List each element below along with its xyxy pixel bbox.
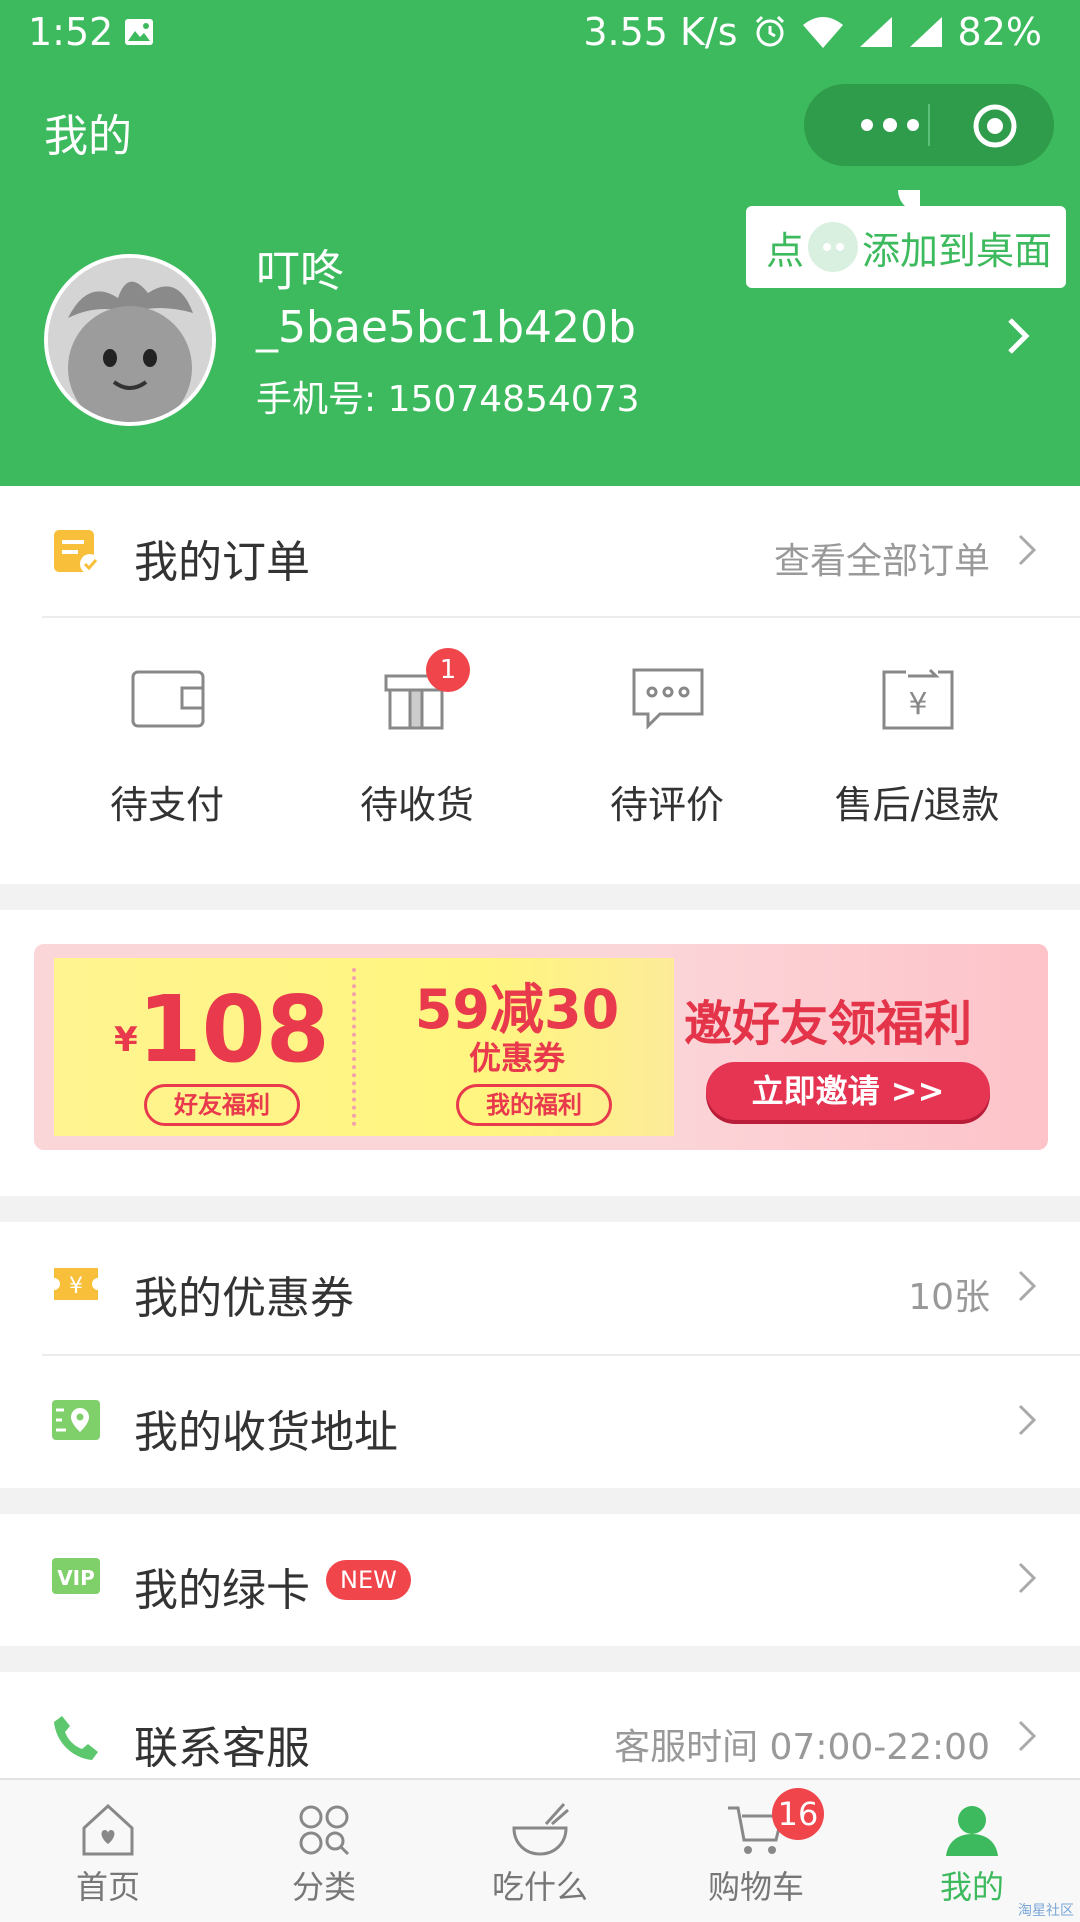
- phone-icon: [54, 1716, 98, 1760]
- ticket-separator: [352, 968, 356, 1126]
- tab-label: 吃什么: [491, 1868, 588, 1906]
- tab-cart[interactable]: 16 购物车: [648, 1780, 864, 1922]
- category-icon: [299, 1805, 350, 1856]
- svg-text:¥: ¥: [69, 1274, 83, 1299]
- chevron-right-icon: [1018, 1404, 1037, 1436]
- wallet-icon: [131, 670, 205, 728]
- coupon-count: 10张: [908, 1277, 990, 1318]
- order-status-pending-review[interactable]: 待评价: [542, 636, 792, 836]
- add-to-desktop-tip[interactable]: 点 添加到桌面: [746, 190, 1066, 288]
- net-speed: 3.55 K/s: [583, 10, 738, 54]
- new-badge: NEW: [326, 1560, 411, 1600]
- user-name: 叮咚 _5bae5bc1b420b: [256, 244, 636, 356]
- tip-text: 添加到桌面: [862, 228, 1053, 273]
- alarm-icon: [755, 15, 784, 47]
- tab-what-to-eat[interactable]: 吃什么: [432, 1780, 648, 1922]
- order-badge: 1: [426, 648, 470, 692]
- menu-address[interactable]: 我的收货地址: [0, 1356, 1080, 1486]
- deal-title: 59减30: [414, 978, 620, 1041]
- profile-chevron-icon[interactable]: [1004, 316, 1034, 356]
- avatar-image: [48, 258, 212, 422]
- menu-label: 我的收货地址: [134, 1407, 398, 1458]
- home-icon: [82, 1803, 134, 1856]
- friend-reward-tag: 好友福利: [144, 1084, 300, 1126]
- location-icon: [52, 1400, 100, 1440]
- user-name-line1: 叮咚: [256, 246, 344, 297]
- orders-card: 我的订单 查看全部订单 待支付 1 待收货 待评价 ¥ 售后/退款: [0, 486, 1080, 884]
- menu-customer-service[interactable]: 联系客服 客服时间 07:00-22:00: [0, 1672, 1080, 1778]
- view-all-orders-link[interactable]: 查看全部订单: [774, 532, 990, 584]
- friend-reward-amount: ¥108: [114, 976, 330, 1083]
- title-bar: 我的: [0, 80, 1080, 176]
- svg-text:¥: ¥: [908, 687, 927, 722]
- chevron-right-icon: [1018, 1720, 1037, 1752]
- chevron-right-icon: [1018, 1562, 1037, 1594]
- invite-now-button[interactable]: 立即邀请 >>: [706, 1062, 990, 1120]
- menu-label: 我的绿卡: [134, 1565, 310, 1616]
- comment-icon: [632, 668, 704, 730]
- capsule-divider: [928, 104, 930, 146]
- cart-badge: 16: [772, 1788, 824, 1840]
- order-status-label: 售后/退款: [834, 783, 1000, 827]
- tab-label: 购物车: [707, 1868, 804, 1906]
- coupon-deal: 59减30 优惠券: [392, 978, 642, 1077]
- menu-coupons[interactable]: ¥ 我的优惠券 10张: [0, 1222, 1080, 1352]
- signal-icon-2: [909, 17, 942, 47]
- user-phone: 手机号: 15074854073: [256, 379, 640, 420]
- my-reward-tag: 我的福利: [456, 1084, 612, 1126]
- user-icon: [946, 1806, 998, 1856]
- order-status-pending-receipt[interactable]: 1 待收货: [292, 636, 542, 836]
- order-status-pending-payment[interactable]: 待支付: [42, 636, 292, 836]
- coupon-ticket: ¥108 好友福利 59减30 优惠券 我的福利: [54, 958, 674, 1136]
- order-status-list: 待支付 1 待收货 待评价 ¥ 售后/退款: [0, 636, 1080, 836]
- mini-program-capsule: [804, 84, 1054, 166]
- order-status-refund[interactable]: ¥ 售后/退款: [792, 636, 1042, 836]
- order-status-label: 待收货: [359, 783, 474, 827]
- deal-subtitle: 优惠券: [468, 1039, 565, 1077]
- battery-level: 82%: [957, 10, 1042, 54]
- invite-banner[interactable]: ¥108 好友福利 59减30 优惠券 我的福利 邀好友领福利 立即邀请 >>: [34, 944, 1048, 1150]
- status-bar: 1:52 3.55 K/s 82%: [0, 0, 1080, 64]
- orders-title: 我的订单: [134, 537, 310, 588]
- refund-icon: ¥: [882, 668, 954, 730]
- tip-prefix: 点: [766, 228, 805, 273]
- menu-card-1: ¥ 我的优惠券 10张 我的收货地址: [0, 1222, 1080, 1488]
- invite-title: 邀好友领福利: [684, 996, 973, 1052]
- status-time: 1:52: [28, 10, 114, 54]
- watermark: 淘星社区: [1018, 1903, 1074, 1919]
- tab-label: 分类: [291, 1868, 356, 1906]
- menu-card-2: VIP 我的绿卡 NEW: [0, 1514, 1080, 1646]
- order-list-icon: [54, 530, 100, 574]
- bowl-icon: [512, 1802, 569, 1856]
- user-name-line2: _5bae5bc1b420b: [256, 302, 636, 353]
- order-status-label: 待支付: [109, 783, 224, 827]
- page-title: 我的: [44, 111, 132, 162]
- tab-home[interactable]: 首页: [0, 1780, 216, 1922]
- coupon-icon: ¥: [54, 1268, 98, 1300]
- divider: [42, 616, 1080, 618]
- avatar[interactable]: [44, 254, 216, 426]
- more-icon[interactable]: [840, 84, 940, 166]
- profile-header: 1:52 3.55 K/s 82% 我的 点 添加到桌面 叮咚 _5bae5bc…: [0, 0, 1080, 486]
- wifi-icon: [802, 17, 843, 48]
- chevron-right-icon: [1018, 534, 1037, 566]
- mini-program-icon: [808, 222, 859, 272]
- close-miniprogram-icon[interactable]: [972, 103, 1018, 149]
- service-hours: 客服时间 07:00-22:00: [614, 1727, 990, 1768]
- bottom-tab-bar: 首页 分类 吃什么 16 购物车 我的 淘星社区: [0, 1778, 1080, 1922]
- signal-icon: [859, 17, 892, 47]
- tab-category[interactable]: 分类: [216, 1780, 432, 1922]
- tab-label: 首页: [75, 1868, 140, 1906]
- menu-card-3: 联系客服 客服时间 07:00-22:00: [0, 1672, 1080, 1778]
- orders-header-row[interactable]: 我的订单 查看全部订单: [0, 486, 1080, 616]
- order-status-label: 待评价: [609, 783, 724, 827]
- menu-greencard[interactable]: VIP 我的绿卡 NEW: [0, 1514, 1080, 1644]
- vip-icon: VIP: [52, 1558, 100, 1594]
- menu-label: 我的优惠券: [134, 1273, 354, 1324]
- gallery-icon: [125, 19, 153, 45]
- chevron-right-icon: [1018, 1270, 1037, 1302]
- menu-label: 联系客服: [134, 1723, 310, 1774]
- svg-text:VIP: VIP: [57, 1566, 95, 1590]
